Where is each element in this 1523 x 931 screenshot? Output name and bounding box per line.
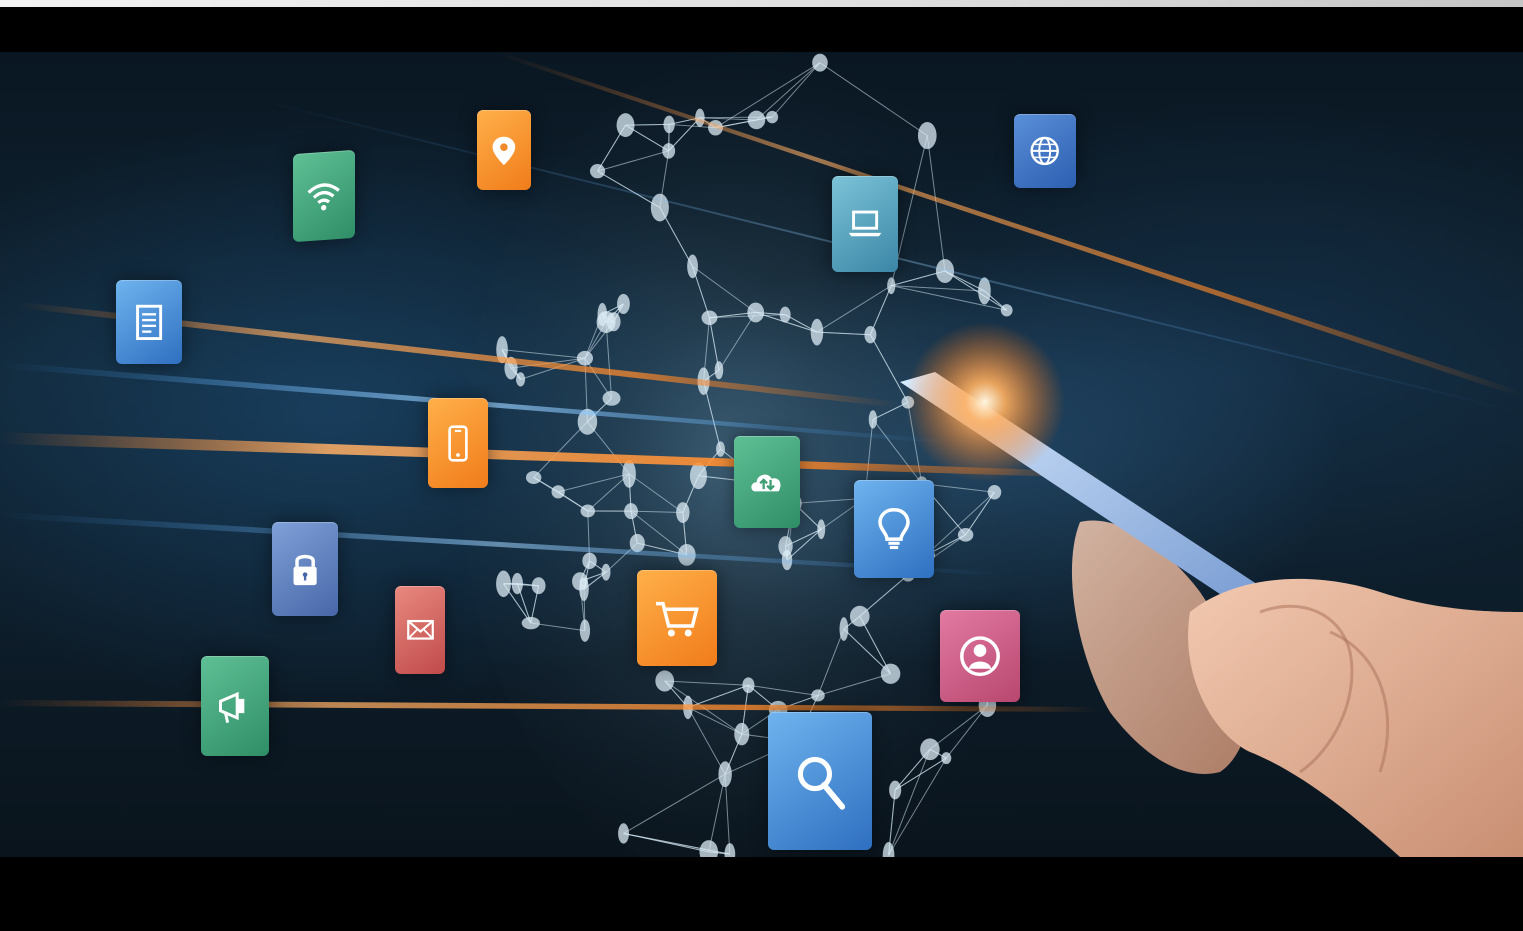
laptop-icon (832, 176, 898, 272)
megaphone-icon (201, 656, 269, 756)
top-letterbox (0, 0, 1523, 52)
wifi-icon (293, 149, 355, 243)
photo-frame (0, 0, 1523, 931)
location-pin-icon (477, 110, 531, 190)
lock-icon (272, 522, 338, 616)
globe-icon (1014, 114, 1076, 188)
bottom-letterbox (0, 857, 1523, 931)
document-icon (116, 280, 182, 364)
cloud-transfer-icon (734, 436, 800, 528)
smartphone-icon (428, 398, 488, 488)
digital-network-scene (0, 52, 1523, 857)
user-profile-icon (940, 610, 1020, 702)
lightbulb-icon (854, 480, 934, 578)
shopping-cart-icon (637, 570, 717, 666)
search-icon (768, 712, 872, 850)
mail-icon (395, 586, 445, 674)
